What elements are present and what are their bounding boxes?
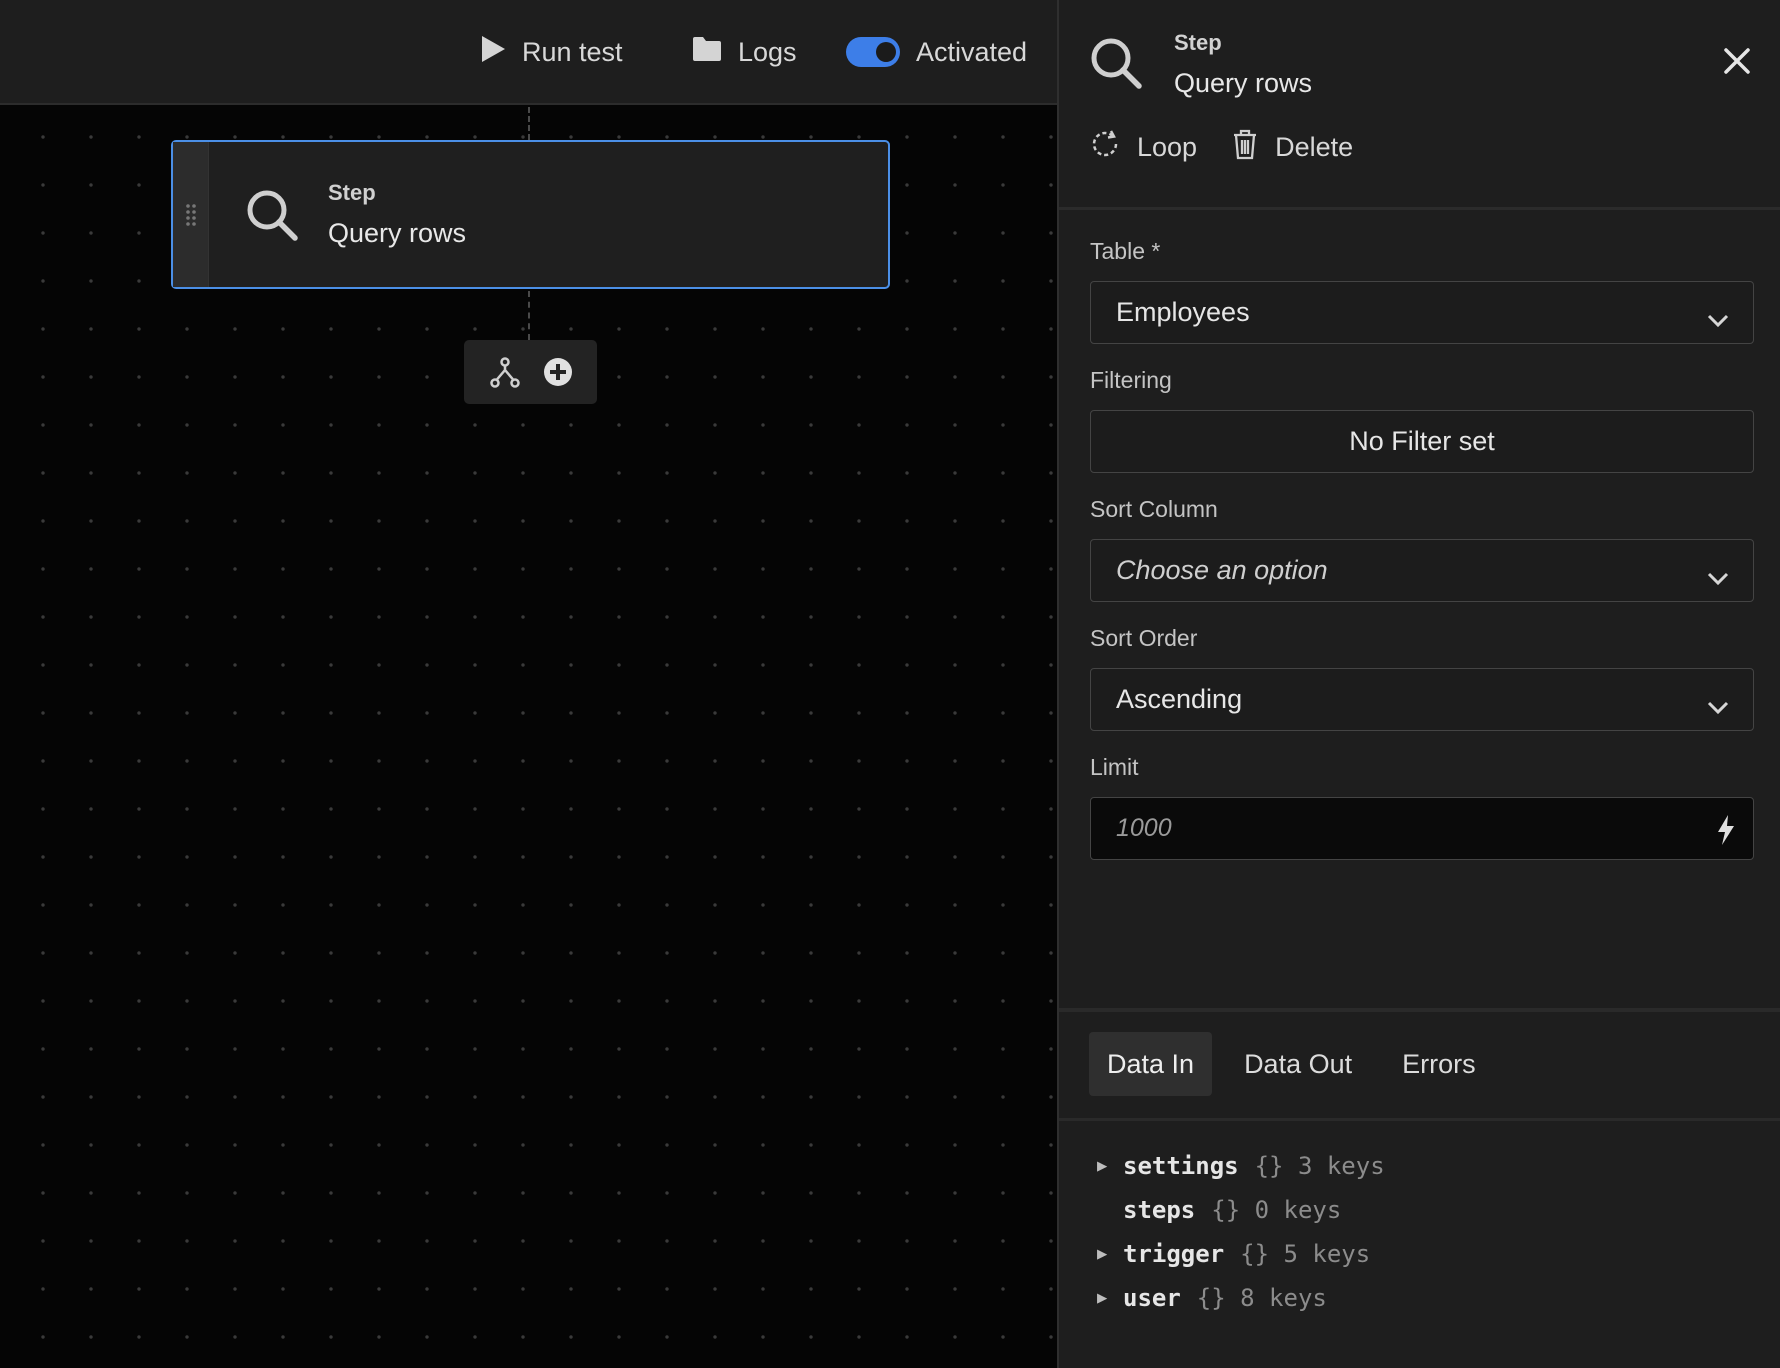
sort-column-select[interactable]: Choose an option bbox=[1090, 539, 1754, 602]
tree-meta: {} 0 keys bbox=[1211, 1196, 1342, 1224]
expand-arrow-icon[interactable]: ▶ bbox=[1097, 1288, 1123, 1308]
tree-row-settings[interactable]: ▶ settings {} 3 keys bbox=[1097, 1144, 1385, 1188]
node-text: Step Query rows bbox=[328, 180, 466, 249]
automation-editor: Run test Logs Activated Step Query rows … bbox=[0, 0, 1780, 1368]
tree-key: settings bbox=[1123, 1152, 1239, 1180]
close-icon[interactable] bbox=[1722, 46, 1752, 81]
logs-button[interactable]: Logs bbox=[692, 30, 797, 74]
sort-column-field: Sort Column Choose an option bbox=[1090, 496, 1754, 602]
sort-order-value: Ascending bbox=[1116, 684, 1243, 714]
chevron-down-icon bbox=[1707, 304, 1729, 335]
trash-icon bbox=[1231, 128, 1259, 167]
limit-input[interactable]: 1000 bbox=[1090, 797, 1754, 860]
activated-toggle[interactable]: Activated bbox=[846, 30, 1027, 74]
run-test-label: Run test bbox=[522, 36, 623, 67]
limit-value: 1000 bbox=[1116, 814, 1172, 842]
filtering-field: Filtering No Filter set bbox=[1090, 367, 1754, 473]
filter-value: No Filter set bbox=[1349, 426, 1495, 456]
chevron-down-icon bbox=[1707, 562, 1729, 593]
connector-line-top bbox=[528, 107, 530, 140]
search-icon bbox=[1089, 36, 1143, 95]
panel-title: Query rows bbox=[1174, 68, 1313, 98]
toggle-switch[interactable] bbox=[846, 37, 900, 67]
table-field: Table * Employees bbox=[1090, 238, 1754, 344]
add-step-bar bbox=[464, 340, 597, 404]
panel-header: Step Query rows Loop Delete bbox=[1059, 0, 1780, 210]
loop-button[interactable]: Loop bbox=[1089, 128, 1197, 167]
plus-circle-icon[interactable] bbox=[543, 357, 573, 387]
divider bbox=[1059, 1008, 1780, 1012]
sort-order-select[interactable]: Ascending bbox=[1090, 668, 1754, 731]
tab-data-out[interactable]: Data Out bbox=[1226, 1032, 1370, 1096]
tree-meta: {} 5 keys bbox=[1240, 1240, 1371, 1268]
table-value: Employees bbox=[1116, 297, 1250, 327]
drag-handle-icon[interactable] bbox=[173, 142, 209, 287]
table-select[interactable]: Employees bbox=[1090, 281, 1754, 344]
canvas-toolbar: Run test Logs Activated bbox=[0, 0, 1057, 105]
connector-line-bottom bbox=[528, 291, 530, 340]
bolt-icon[interactable] bbox=[1715, 814, 1737, 853]
sort-column-label: Sort Column bbox=[1090, 496, 1218, 522]
filter-button[interactable]: No Filter set bbox=[1090, 410, 1754, 473]
tree-meta: {} 8 keys bbox=[1196, 1284, 1327, 1312]
node-title: Query rows bbox=[328, 218, 467, 248]
node-type-label: Step bbox=[328, 180, 376, 205]
step-form: Table * Employees Filtering No Filter se… bbox=[1090, 238, 1754, 883]
folder-icon bbox=[692, 36, 722, 69]
delete-label: Delete bbox=[1275, 132, 1354, 162]
sort-order-field: Sort Order Ascending bbox=[1090, 625, 1754, 731]
tab-errors[interactable]: Errors bbox=[1384, 1032, 1494, 1096]
loop-label: Loop bbox=[1137, 132, 1198, 162]
sort-order-label: Sort Order bbox=[1090, 625, 1198, 651]
step-config-panel: Step Query rows Loop Delete Table * Empl… bbox=[1057, 0, 1780, 1368]
limit-label: Limit bbox=[1090, 754, 1139, 780]
tree-meta: {} 3 keys bbox=[1254, 1152, 1385, 1180]
tab-data-in[interactable]: Data In bbox=[1089, 1032, 1213, 1096]
limit-field: Limit 1000 bbox=[1090, 754, 1754, 860]
run-test-button[interactable]: Run test bbox=[480, 30, 623, 74]
search-icon bbox=[245, 188, 299, 247]
divider bbox=[1059, 1118, 1780, 1121]
panel-actions: Loop Delete bbox=[1089, 128, 1353, 167]
tree-key: trigger bbox=[1123, 1240, 1225, 1268]
chevron-down-icon bbox=[1707, 691, 1729, 722]
play-icon bbox=[480, 35, 506, 70]
flow-canvas[interactable]: Run test Logs Activated Step Query rows bbox=[0, 0, 1057, 1368]
activated-label: Activated bbox=[916, 36, 1028, 67]
tree-key: steps bbox=[1123, 1196, 1196, 1224]
panel-type-label: Step bbox=[1174, 30, 1222, 55]
data-tabs: Data In Data Out Errors bbox=[1089, 1032, 1508, 1096]
delete-button[interactable]: Delete bbox=[1231, 128, 1353, 167]
tree-row-trigger[interactable]: ▶ trigger {} 5 keys bbox=[1097, 1232, 1385, 1276]
expand-arrow-icon[interactable]: ▶ bbox=[1097, 1156, 1123, 1176]
table-label: Table * bbox=[1090, 238, 1161, 264]
branch-icon[interactable] bbox=[489, 356, 521, 388]
logs-label: Logs bbox=[738, 36, 797, 67]
filtering-label: Filtering bbox=[1090, 367, 1172, 393]
sort-column-value: Choose an option bbox=[1116, 555, 1328, 585]
step-node-query-rows[interactable]: Step Query rows bbox=[171, 140, 890, 289]
data-tree: ▶ settings {} 3 keys steps {} 0 keys ▶ t… bbox=[1097, 1144, 1385, 1320]
tree-row-steps: steps {} 0 keys bbox=[1097, 1188, 1385, 1232]
tree-row-user[interactable]: ▶ user {} 8 keys bbox=[1097, 1276, 1385, 1320]
tree-key: user bbox=[1123, 1284, 1181, 1312]
expand-arrow-icon[interactable]: ▶ bbox=[1097, 1244, 1123, 1264]
loop-icon bbox=[1089, 128, 1121, 167]
